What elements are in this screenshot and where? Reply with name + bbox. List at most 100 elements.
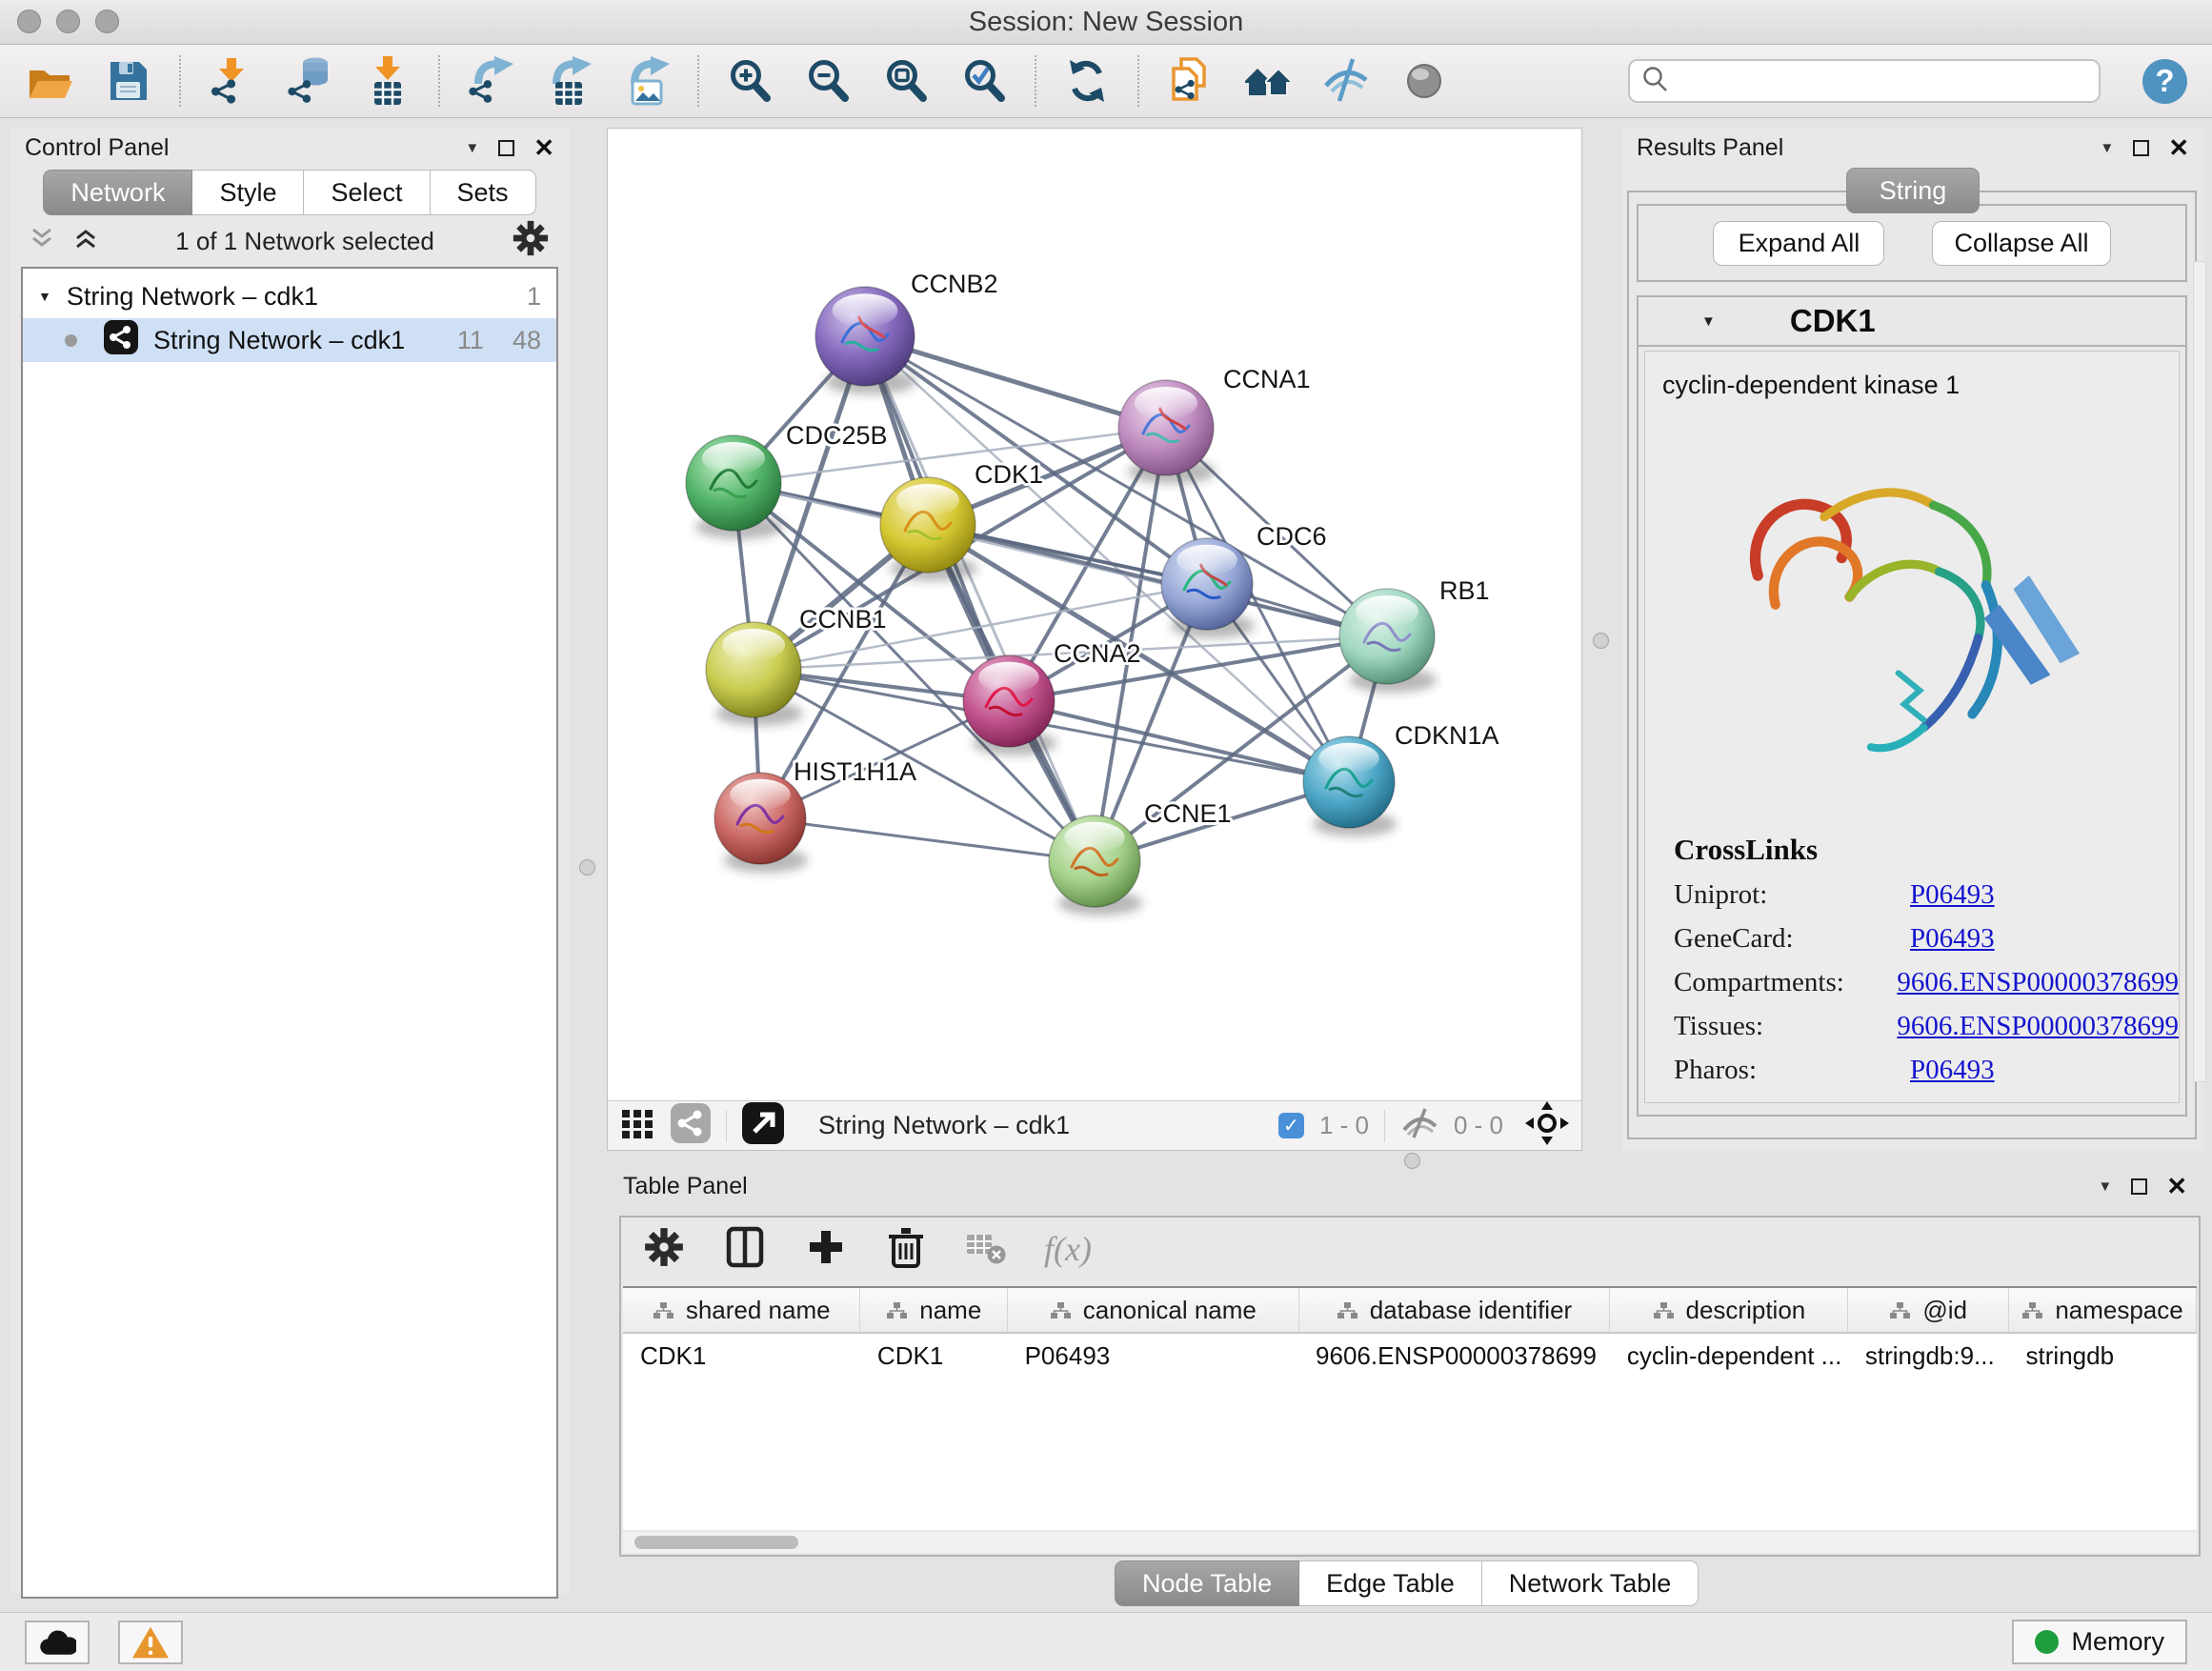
minimize-window-button[interactable]	[56, 10, 80, 33]
node-table[interactable]: shared namenamecanonical namedatabase id…	[623, 1286, 2197, 1530]
search-box[interactable]	[1628, 59, 2101, 103]
node-CDC6[interactable]: CDC6	[1161, 522, 1327, 638]
crosslinks-heading: CrossLinks	[1674, 833, 2179, 867]
grid-icon[interactable]	[619, 1105, 655, 1146]
show-all-icon[interactable]	[1398, 55, 1450, 107]
tab-network-table[interactable]: Network Table	[1482, 1560, 1699, 1606]
float-panel-icon[interactable]	[2133, 140, 2149, 156]
collapse-panel-icon[interactable]: ▼	[2098, 1178, 2112, 1195]
warning-icon[interactable]	[118, 1621, 183, 1664]
export-image-icon[interactable]	[621, 55, 673, 107]
tab-string[interactable]: String	[1846, 168, 1981, 213]
external-link-icon[interactable]	[742, 1102, 784, 1149]
results-scrollbar[interactable]	[2193, 261, 2206, 1082]
network-canvas[interactable]: CCNB2 CCNA1 CDC25B CDK1 CDC6	[608, 129, 1581, 1100]
save-session-icon[interactable]	[103, 55, 154, 107]
selected-checkbox[interactable]: ✓	[1278, 1113, 1304, 1138]
column-header-canonicalname[interactable]: canonical name	[1008, 1288, 1298, 1333]
tab-sets[interactable]: Sets	[431, 170, 536, 215]
zoom-out-icon[interactable]	[802, 55, 854, 107]
network-collection-row[interactable]: ▼ String Network – cdk1 1	[23, 274, 556, 318]
gene-section-header[interactable]: ▼ CDK1	[1639, 297, 2185, 347]
tab-style[interactable]: Style	[192, 170, 304, 215]
hide-selected-icon[interactable]	[1320, 55, 1372, 107]
import-database-icon[interactable]	[284, 55, 335, 107]
gear-icon[interactable]	[511, 218, 551, 265]
close-panel-icon[interactable]: ✕	[533, 135, 554, 160]
horizontal-splitter-handle[interactable]	[1404, 1153, 1420, 1169]
zoom-selected-icon[interactable]	[958, 55, 1010, 107]
network-view-title: String Network – cdk1	[818, 1111, 1263, 1140]
share-icon[interactable]	[671, 1103, 711, 1148]
zoom-fit-icon[interactable]	[880, 55, 932, 107]
crosslink-link[interactable]: P06493	[1910, 879, 1995, 911]
help-icon[interactable]: ?	[2142, 59, 2187, 104]
node-RB1[interactable]: RB1	[1339, 576, 1490, 693]
open-session-icon[interactable]	[25, 55, 76, 107]
node-label-CCNA1: CCNA1	[1223, 365, 1311, 393]
tab-select[interactable]: Select	[304, 170, 430, 215]
add-column-icon[interactable]	[804, 1225, 848, 1274]
columns-icon[interactable]	[722, 1224, 768, 1275]
column-header-databaseidentifier[interactable]: database identifier	[1298, 1288, 1610, 1333]
import-network-icon[interactable]	[206, 55, 257, 107]
column-header-namespace[interactable]: namespace	[2009, 1288, 2197, 1333]
collapse-all-networks-icon[interactable]	[29, 227, 55, 256]
scrollbar-thumb[interactable]	[634, 1536, 798, 1549]
close-panel-icon[interactable]: ✕	[2166, 1174, 2187, 1198]
close-panel-icon[interactable]: ✕	[2168, 135, 2189, 160]
string-document-icon[interactable]	[1164, 55, 1216, 107]
collapse-panel-icon[interactable]: ▼	[2100, 140, 2114, 156]
tree-expander-icon[interactable]: ▼	[38, 289, 51, 304]
memory-button[interactable]: Memory	[2012, 1620, 2187, 1664]
right-splitter-handle[interactable]	[1593, 633, 1609, 649]
table-horizontal-scrollbar[interactable]	[623, 1532, 2197, 1553]
node-CDC25B[interactable]: CDC25B	[686, 421, 888, 539]
close-window-button[interactable]	[17, 10, 41, 33]
crosslink-link[interactable]: 9606.ENSP00000378699	[1897, 1011, 2179, 1042]
section-expander-icon[interactable]: ▼	[1701, 313, 1716, 330]
zoom-in-icon[interactable]	[724, 55, 775, 107]
tab-network[interactable]: Network	[43, 170, 192, 215]
refresh-icon[interactable]	[1061, 55, 1113, 107]
column-header-name[interactable]: name	[860, 1288, 1008, 1333]
expand-all-button[interactable]: Expand All	[1713, 221, 1884, 266]
node-CCNB2[interactable]: CCNB2	[815, 270, 998, 394]
column-header-id[interactable]: @id	[1848, 1288, 2009, 1333]
collapse-all-button[interactable]: Collapse All	[1932, 221, 2110, 266]
hidden-eye-icon[interactable]	[1400, 1107, 1438, 1144]
crosshair-icon[interactable]	[1524, 1100, 1570, 1151]
node-CCNA1[interactable]: CCNA1	[1118, 365, 1311, 484]
expand-all-networks-icon[interactable]	[72, 227, 99, 256]
network-row-selected[interactable]: String Network – cdk1 11 48	[23, 318, 556, 362]
gear-icon[interactable]	[642, 1225, 686, 1274]
node-CDKN1A[interactable]: CDKN1A	[1303, 721, 1499, 836]
collapse-panel-icon[interactable]: ▼	[465, 140, 479, 156]
node-CCNB1[interactable]: CCNB1	[706, 605, 887, 726]
tab-edge-table[interactable]: Edge Table	[1299, 1560, 1482, 1606]
protein-structure-image	[1707, 429, 2117, 800]
column-header-description[interactable]: description	[1610, 1288, 1848, 1333]
trash-icon[interactable]	[884, 1224, 928, 1275]
cloud-icon[interactable]	[25, 1621, 90, 1664]
table-row[interactable]: CDK1CDK1P064939606.ENSP00000378699cyclin…	[623, 1333, 2197, 1371]
zoom-window-button[interactable]	[95, 10, 119, 33]
tab-node-table[interactable]: Node Table	[1115, 1560, 1299, 1606]
crosslink-link[interactable]: P06493	[1910, 1055, 1995, 1086]
left-splitter-handle[interactable]	[579, 859, 595, 876]
node-CDK1[interactable]: CDK1	[880, 460, 1043, 581]
search-input[interactable]	[1679, 66, 2087, 97]
edge-HIST1H1A-CCNE1	[760, 818, 1095, 861]
export-table-icon[interactable]	[543, 55, 594, 107]
export-network-icon[interactable]	[465, 55, 516, 107]
main-area: Control Panel ▼ ✕ NetworkStyleSelectSets…	[0, 118, 2212, 1612]
crosslink-link[interactable]: P06493	[1910, 923, 1995, 955]
crosslink-link[interactable]: 9606.ENSP00000378699	[1897, 967, 2179, 998]
float-panel-icon[interactable]	[2131, 1178, 2147, 1195]
column-header-sharedname[interactable]: shared name	[623, 1288, 860, 1333]
import-table-icon[interactable]	[362, 55, 413, 107]
float-panel-icon[interactable]	[498, 140, 514, 156]
node-HIST1H1A[interactable]: HIST1H1A	[714, 757, 916, 873]
gene-description: cyclin-dependent kinase 1	[1645, 352, 2179, 400]
home-icon[interactable]	[1242, 55, 1294, 107]
